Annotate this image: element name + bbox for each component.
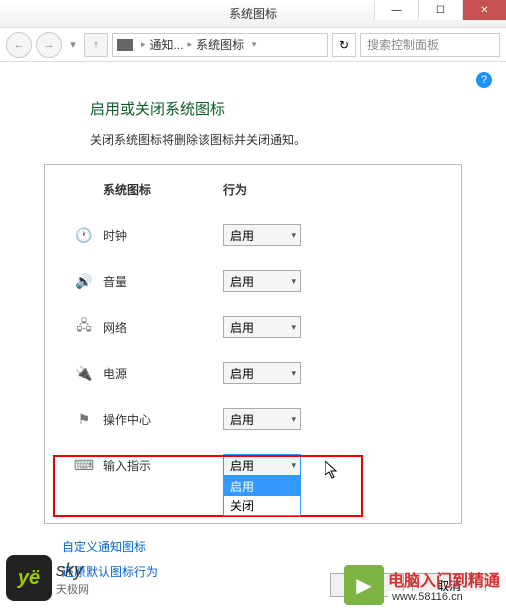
dropdown-menu: 启用 关闭: [223, 476, 301, 516]
behavior-select-volume[interactable]: 启用▾: [223, 270, 301, 292]
history-dropdown[interactable]: ▾: [66, 33, 80, 57]
ime-icon: ⌨: [65, 457, 103, 474]
table-row: 🖧 网络 启用▾: [65, 304, 441, 350]
row-label: 输入指示: [103, 457, 223, 474]
page-description: 关闭系统图标将删除该图标并关闭通知。: [90, 131, 486, 148]
breadcrumb-seg-2[interactable]: 系统图标: [196, 36, 244, 53]
location-icon: [117, 39, 133, 51]
back-button[interactable]: ←: [6, 32, 32, 58]
close-button[interactable]: ✕: [462, 0, 506, 20]
chevron-down-icon: ▾: [291, 230, 296, 241]
flag-icon: ⚑: [65, 411, 103, 428]
forward-button[interactable]: →: [36, 32, 62, 58]
search-input[interactable]: 搜索控制面板: [360, 33, 500, 57]
breadcrumb-dropdown-icon[interactable]: ▾: [246, 39, 262, 50]
behavior-select-ime[interactable]: 启用▾ 启用 关闭: [223, 454, 301, 476]
chevron-down-icon: ▾: [291, 460, 296, 471]
watermark-sub: 天极网: [56, 581, 89, 597]
nav-bar: ← → ▾ ↑ ▸ 通知... ▸ 系统图标 ▾ ↻ 搜索控制面板: [0, 28, 506, 62]
chevron-down-icon: ▾: [291, 368, 296, 379]
settings-panel: 系统图标 行为 🕐 时钟 启用▾ 🔊 音量 启用▾ 🖧 网络 启用▾ 🔌 电源 …: [44, 164, 462, 524]
window-title: 系统图标: [229, 5, 277, 22]
row-label: 操作中心: [103, 411, 223, 428]
customize-link[interactable]: 自定义通知图标: [62, 538, 486, 555]
watermark-text: sky: [56, 560, 89, 581]
book-icon: ▶: [344, 565, 384, 605]
page-heading: 启用或关闭系统图标: [90, 98, 486, 119]
behavior-select-power[interactable]: 启用▾: [223, 362, 301, 384]
network-icon: 🖧: [65, 315, 103, 339]
minimize-button[interactable]: —: [374, 0, 418, 20]
chevron-right-icon: ▸: [141, 39, 146, 50]
col-header-behavior: 行为: [223, 181, 303, 198]
breadcrumb-seg-1[interactable]: 通知...: [150, 36, 184, 53]
row-label: 网络: [103, 319, 223, 336]
dropdown-option-disable[interactable]: 关闭: [224, 496, 300, 515]
watermark-58116: ▶ 电脑入门到精通 www.58116.cn: [344, 565, 500, 605]
title-bar: 系统图标 — ☐ ✕: [0, 0, 506, 28]
watermark-url: www.58116.cn: [388, 591, 500, 603]
row-label: 音量: [103, 273, 223, 290]
help-icon[interactable]: ?: [476, 72, 492, 88]
table-row: 🔊 音量 启用▾: [65, 258, 441, 304]
refresh-button[interactable]: ↻: [332, 33, 356, 57]
chevron-right-icon: ▸: [188, 39, 193, 50]
table-row: 🕐 时钟 启用▾: [65, 212, 441, 258]
chevron-down-icon: ▾: [291, 322, 296, 333]
table-row: 🔌 电源 启用▾: [65, 350, 441, 396]
row-label: 时钟: [103, 227, 223, 244]
maximize-button[interactable]: ☐: [418, 0, 462, 20]
up-button[interactable]: ↑: [84, 33, 108, 57]
watermark-yesky: yë sky 天极网: [6, 555, 89, 601]
breadcrumb[interactable]: ▸ 通知... ▸ 系统图标 ▾: [112, 33, 328, 57]
dropdown-option-enable[interactable]: 启用: [224, 477, 300, 496]
power-icon: 🔌: [65, 365, 103, 382]
chevron-down-icon: ▾: [291, 276, 296, 287]
volume-icon: 🔊: [65, 273, 103, 290]
col-header-icon: 系统图标: [103, 181, 223, 198]
row-label: 电源: [103, 365, 223, 382]
clock-icon: 🕐: [65, 227, 103, 244]
behavior-select-clock[interactable]: 启用▾: [223, 224, 301, 246]
table-row: ⚑ 操作中心 启用▾: [65, 396, 441, 442]
content-area: ? 启用或关闭系统图标 关闭系统图标将删除该图标并关闭通知。 系统图标 行为 🕐…: [0, 62, 506, 598]
table-row: ⌨ 输入指示 启用▾ 启用 关闭: [65, 442, 441, 488]
behavior-select-action-center[interactable]: 启用▾: [223, 408, 301, 430]
window-controls: — ☐ ✕: [374, 0, 506, 20]
yesky-logo-icon: yë: [6, 555, 52, 601]
watermark-main: 电脑入门到精通: [388, 567, 500, 591]
chevron-down-icon: ▾: [291, 414, 296, 425]
behavior-select-network[interactable]: 启用▾: [223, 316, 301, 338]
table-header: 系统图标 行为: [65, 181, 441, 198]
